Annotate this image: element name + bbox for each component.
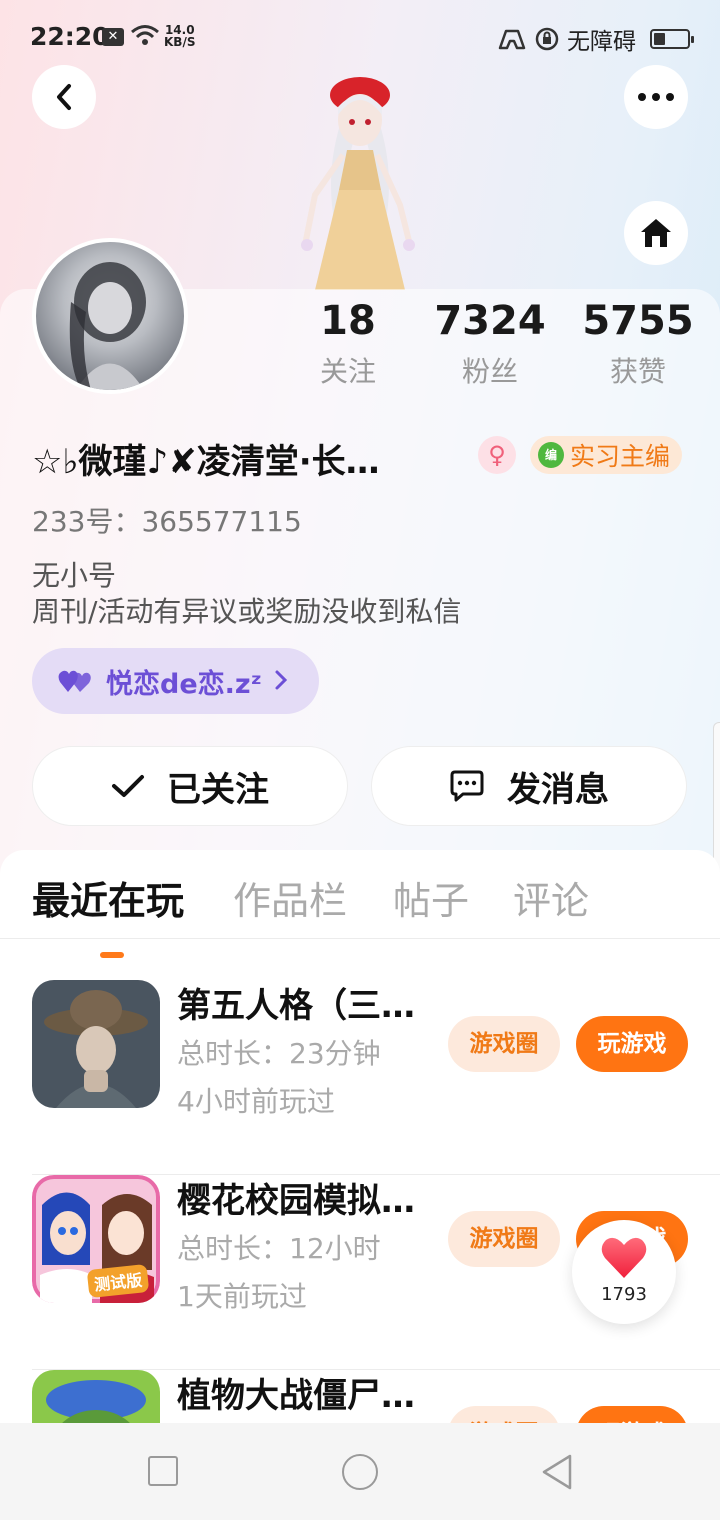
role-badge[interactable]: 编 实习主编 xyxy=(530,436,683,474)
game-last-played: 4小时前玩过 xyxy=(177,1085,335,1118)
battery-icon xyxy=(650,29,694,49)
user-id: 233号：365577115 xyxy=(32,505,302,538)
like-floating-button[interactable]: 1793 xyxy=(572,1220,676,1324)
game-playtime: 总时长：12小时 xyxy=(177,1232,381,1265)
home-button[interactable] xyxy=(624,201,688,265)
play-game-button[interactable]: 玩游戏 xyxy=(576,1016,688,1072)
home-icon xyxy=(641,219,671,247)
home-nav-button[interactable] xyxy=(342,1454,378,1490)
status-bar: 22:20 ✕ 14.0 KB/S 无障碍 xyxy=(0,0,720,72)
network-speed: 14.0 KB/S xyxy=(164,24,195,48)
notification-icon: ✕ xyxy=(102,28,124,46)
like-count: 1793 xyxy=(601,1284,647,1305)
double-heart-icon xyxy=(58,670,91,692)
user-avatar[interactable] xyxy=(32,238,188,394)
network-speed-unit: KB/S xyxy=(164,35,196,49)
game-icon: 测试版 xyxy=(32,1175,160,1303)
lock-rotation-icon xyxy=(535,27,559,51)
game-last-played: 1天前玩过 xyxy=(177,1280,307,1313)
game-icon-art xyxy=(32,980,160,1108)
avatar-character-figure xyxy=(301,77,415,290)
wifi-icon xyxy=(131,25,159,45)
stat-likes[interactable]: 5755 获赞 xyxy=(578,298,698,390)
editor-badge-icon: 编 xyxy=(538,442,564,468)
gender-female-icon: ♀ xyxy=(478,436,516,474)
check-icon xyxy=(112,775,144,797)
game-circle-button[interactable]: 游戏圈 xyxy=(448,1016,560,1072)
user-bio: 无小号 周刊/活动有异议或奖励没收到私信 xyxy=(32,558,461,630)
back-triangle-icon[interactable] xyxy=(540,1453,574,1491)
tab-divider xyxy=(0,938,720,939)
game-name: 第五人格（三… xyxy=(177,986,415,1026)
profile-tabs: 最近在玩 作品栏 帖子 评论 xyxy=(0,870,720,958)
role-badge-label: 实习主编 xyxy=(570,442,671,471)
controller-icon xyxy=(498,29,526,50)
stat-following[interactable]: 18 关注 xyxy=(298,298,398,390)
bio-line-2: 周刊/活动有异议或奖励没收到私信 xyxy=(32,595,462,628)
heart-icon xyxy=(601,1237,647,1278)
message-bubble-icon xyxy=(450,770,484,802)
stat-following-count: 18 xyxy=(320,298,376,344)
followed-button[interactable]: 已关注 xyxy=(32,746,348,826)
avatar-image xyxy=(69,262,146,390)
game-name: 植物大战僵尸… xyxy=(177,1376,415,1416)
game-circle-button[interactable]: 游戏圈 xyxy=(448,1211,560,1267)
followed-button-label: 已关注 xyxy=(167,769,269,810)
back-button[interactable] xyxy=(32,65,96,129)
stat-following-label: 关注 xyxy=(319,355,376,388)
tab-posts[interactable]: 帖子 xyxy=(393,870,469,925)
couple-name: 悦恋de恋.zᶻ xyxy=(106,668,262,700)
stat-fans[interactable]: 7324 粉丝 xyxy=(430,298,550,390)
recent-apps-button[interactable] xyxy=(148,1456,178,1486)
more-dots-icon xyxy=(638,93,674,101)
send-message-button[interactable]: 发消息 xyxy=(371,746,687,826)
stat-fans-count: 7324 xyxy=(434,298,546,344)
couple-link[interactable]: 悦恋de恋.zᶻ xyxy=(32,648,319,714)
game-row[interactable]: 第五人格（三… 总时长：23分钟 4小时前玩过 游戏圈 玩游戏 xyxy=(32,980,720,1175)
accessibility-label: 无障碍 xyxy=(567,29,636,55)
bio-line-1: 无小号 xyxy=(32,559,117,592)
username: ☆♭微瑾♪✘凌清堂·长… xyxy=(32,442,380,482)
more-button[interactable] xyxy=(624,65,688,129)
chevron-left-icon xyxy=(57,84,71,110)
stat-likes-label: 获赞 xyxy=(609,355,666,388)
stat-likes-count: 5755 xyxy=(582,298,694,344)
tab-recently-played[interactable]: 最近在玩 xyxy=(32,870,184,925)
tab-content: 最近在玩 作品栏 帖子 评论 第五人格（三… 总时长：23分钟 4小时前玩过 游… xyxy=(0,850,720,1520)
tab-comments[interactable]: 评论 xyxy=(513,870,589,925)
game-name: 樱花校园模拟… xyxy=(177,1181,415,1221)
game-icon xyxy=(32,980,160,1108)
stat-fans-label: 粉丝 xyxy=(461,355,518,388)
send-message-label: 发消息 xyxy=(507,769,609,810)
chevron-right-icon xyxy=(275,670,288,690)
game-playtime: 总时长：23分钟 xyxy=(177,1037,381,1070)
status-time: 22:20 xyxy=(30,22,110,51)
active-tab-indicator xyxy=(100,952,124,958)
tab-works[interactable]: 作品栏 xyxy=(233,870,347,925)
system-nav-bar xyxy=(0,1423,720,1520)
